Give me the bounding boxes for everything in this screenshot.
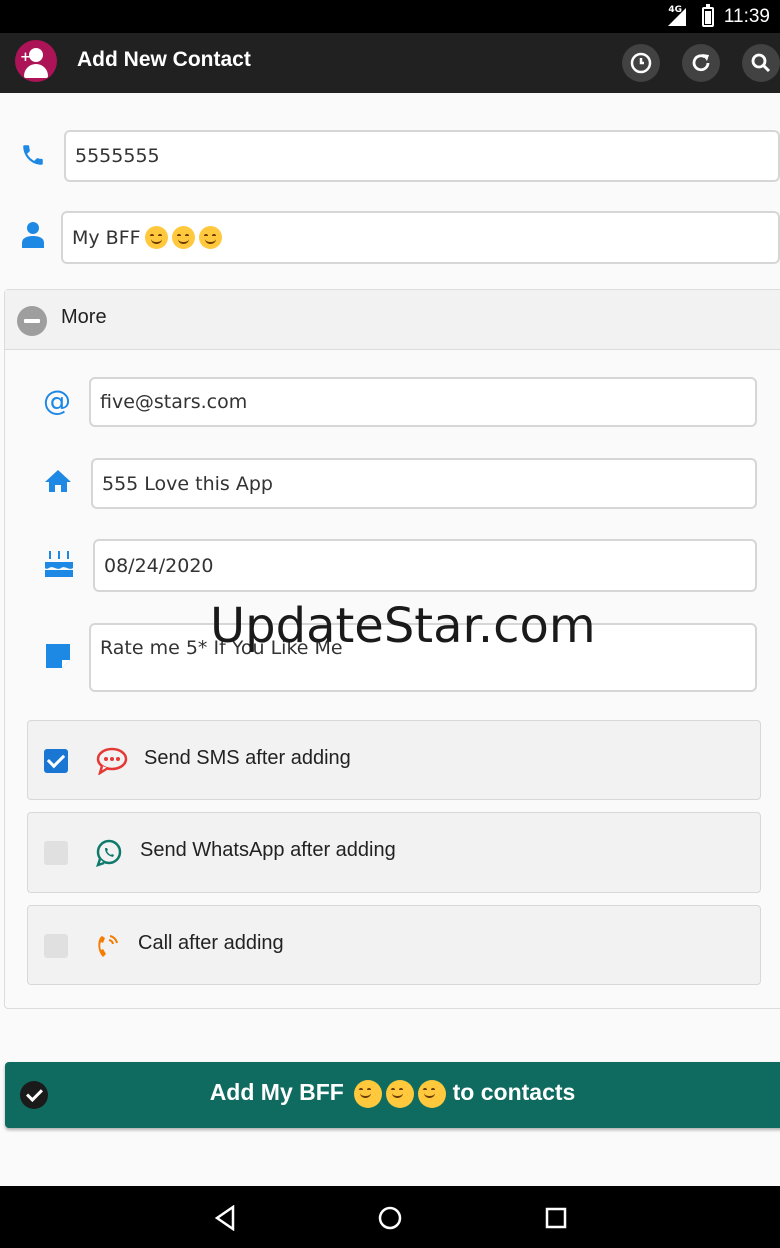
call-option[interactable]: Call after adding — [27, 905, 761, 985]
sms-icon — [95, 744, 129, 778]
battery-icon — [702, 4, 714, 27]
emoji-icon — [171, 226, 195, 249]
whatsapp-option-label: Send WhatsApp after adding — [140, 839, 396, 861]
history-button[interactable] — [622, 44, 660, 82]
email-value: five@stars.com — [100, 391, 248, 413]
recents-icon[interactable] — [541, 1203, 571, 1233]
watermark: UpdateStar.com — [210, 598, 596, 654]
search-icon — [751, 53, 771, 73]
name-value: My BFF — [72, 226, 141, 249]
signal-icon — [668, 8, 686, 26]
back-icon[interactable] — [210, 1203, 240, 1233]
address-field[interactable]: 555 Love this App — [91, 458, 757, 509]
page-title: Add New Contact — [77, 48, 251, 71]
birthday-value: 08/24/2020 — [104, 554, 214, 577]
send-sms-option[interactable]: Send SMS after adding — [27, 720, 761, 800]
address-value: 555 Love this App — [102, 472, 273, 495]
add-contact-button[interactable]: Add My BFF to contacts — [5, 1062, 780, 1128]
note-icon — [44, 642, 72, 670]
history-icon — [630, 52, 652, 74]
birthday-cake-icon — [42, 546, 76, 580]
call-icon — [90, 929, 124, 963]
add-contact-label: Add My BFF to contacts — [5, 1079, 780, 1108]
more-header[interactable]: More — [5, 290, 780, 350]
sms-option-label: Send SMS after adding — [144, 747, 351, 769]
phone-icon — [18, 140, 48, 170]
app-toolbar: + Add New Contact — [0, 33, 780, 93]
whatsapp-checkbox[interactable] — [44, 841, 68, 865]
call-checkbox[interactable] — [44, 934, 68, 958]
add-contact-avatar-icon: + — [15, 40, 57, 82]
home-nav-icon[interactable] — [375, 1203, 405, 1233]
emoji-icon — [386, 1079, 415, 1108]
call-option-label: Call after adding — [138, 932, 284, 954]
name-field[interactable]: My BFF — [61, 211, 780, 264]
emoji-icon — [418, 1079, 447, 1108]
email-field[interactable]: five@stars.com — [89, 377, 757, 427]
refresh-button[interactable] — [682, 44, 720, 82]
sms-checkbox[interactable] — [44, 749, 68, 773]
add-label-suffix: to contacts — [452, 1079, 576, 1105]
phone-value: 5555555 — [75, 145, 160, 167]
emoji-icon — [144, 226, 168, 249]
more-label: More — [61, 306, 107, 328]
navigation-bar — [0, 1186, 780, 1248]
phone-field[interactable]: 5555555 — [64, 130, 780, 182]
status-bar: 4G 11:39 — [0, 0, 780, 33]
birthday-field[interactable]: 08/24/2020 — [93, 539, 757, 592]
person-icon — [18, 220, 48, 250]
add-label-prefix: Add My BFF — [209, 1079, 344, 1105]
emoji-icon — [198, 226, 222, 249]
collapse-icon — [17, 306, 47, 336]
search-button[interactable] — [742, 44, 780, 82]
refresh-icon — [692, 54, 710, 72]
emoji-icon — [354, 1079, 383, 1108]
send-whatsapp-option[interactable]: Send WhatsApp after adding — [27, 812, 761, 893]
home-icon — [43, 466, 73, 496]
at-sign-icon: @ — [43, 383, 71, 417]
clock: 11:39 — [723, 6, 770, 27]
whatsapp-icon — [92, 836, 126, 870]
